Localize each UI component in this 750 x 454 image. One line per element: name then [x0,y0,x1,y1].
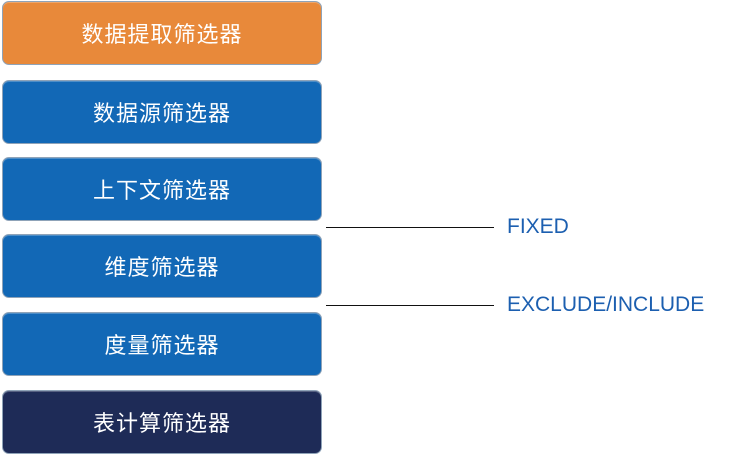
context-filter-label: 上下文筛选器 [92,179,231,204]
extract-filter-box: 数据提取筛选器 [2,1,322,65]
data-source-filter-label: 数据源筛选器 [92,102,231,127]
filter-order-stack: 数据提取筛选器 数据源筛选器 上下文筛选器 维度筛选器 度量筛选器 表计算筛选器 [0,0,324,454]
extract-filter-label: 数据提取筛选器 [81,23,243,48]
dimension-filter-label: 维度筛选器 [104,256,220,281]
dimension-filter-box: 维度筛选器 [2,234,322,298]
exclude-include-annotation: EXCLUDE/INCLUDE [507,293,705,316]
exclude-include-connector-line [326,305,494,306]
fixed-connector-line [326,227,494,228]
data-source-filter-box: 数据源筛选器 [2,80,322,144]
measure-filter-box: 度量筛选器 [2,312,322,376]
context-filter-box: 上下文筛选器 [2,157,322,221]
table-calc-filter-label: 表计算筛选器 [92,412,231,437]
measure-filter-label: 度量筛选器 [104,334,220,359]
table-calc-filter-box: 表计算筛选器 [2,390,322,454]
fixed-annotation: FIXED [507,215,569,238]
